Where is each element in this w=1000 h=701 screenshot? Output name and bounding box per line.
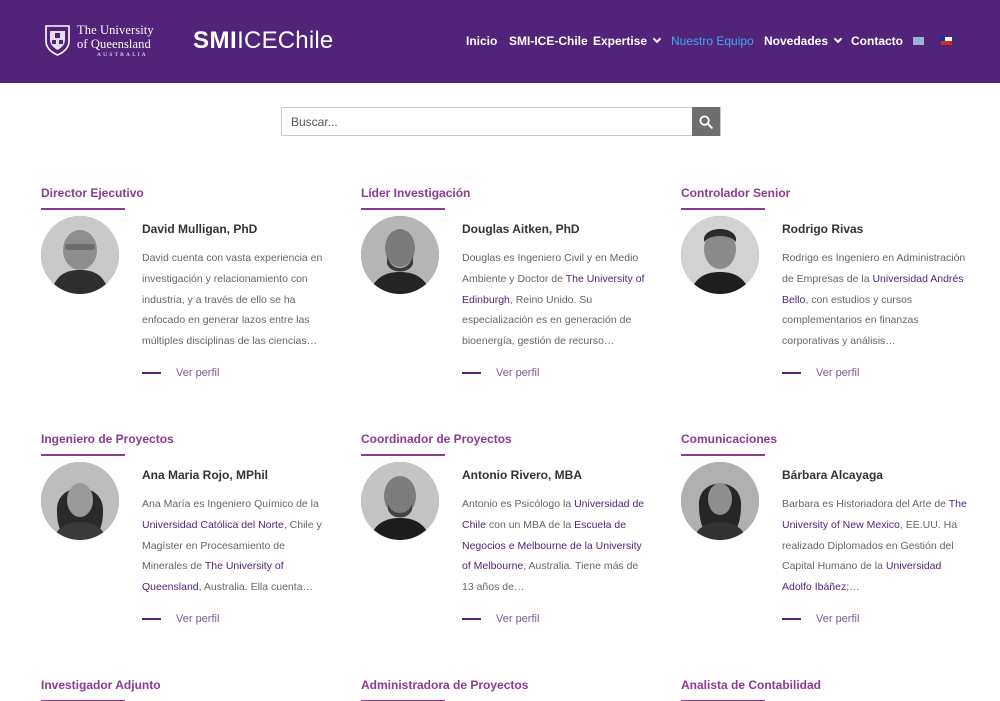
person-bio: Douglas es Ingeniero Civil y en Medio Am… <box>462 248 647 352</box>
role-underline <box>361 208 445 210</box>
view-profile-link[interactable]: Ver perfil <box>142 613 219 625</box>
role-underline <box>41 208 125 210</box>
person-bio: Ana María es Ingeniero Químico de la Uni… <box>142 494 327 598</box>
bio-text: Ana María es Ingeniero Químico de la <box>142 498 319 510</box>
uq-name-line1: The University <box>77 23 154 37</box>
profile-photo[interactable] <box>41 216 119 294</box>
chevron-down-icon <box>652 34 662 44</box>
view-profile-link[interactable]: Ver perfil <box>782 367 859 379</box>
profile-photo[interactable] <box>361 216 439 294</box>
view-profile-label: Ver perfil <box>816 613 860 625</box>
uq-name-line3: AUSTRALIA <box>97 52 148 58</box>
role-title: Ingeniero de Proyectos <box>41 432 174 446</box>
role-title: Comunicaciones <box>681 432 778 446</box>
role-underline <box>41 454 125 456</box>
site-logo[interactable]: SMIICEChile <box>193 27 333 55</box>
team-card: Líder Investigación Douglas Aitken, PhD … <box>361 186 661 406</box>
nav-smi-ice-chile-label: SMI-ICE-Chile <box>509 34 588 48</box>
flag-en-icon[interactable] <box>913 37 924 45</box>
uq-logo[interactable]: The University of Queensland AUSTRALIA <box>44 24 154 59</box>
view-profile-dash <box>782 372 801 374</box>
team-card: Administradora de Proyectos <box>361 678 661 701</box>
view-profile-link[interactable]: Ver perfil <box>142 367 219 379</box>
team-card: Director Ejecutivo David Mulligan, PhD D… <box>41 186 341 406</box>
bio-text: con un MBA de la <box>485 518 575 531</box>
view-profile-dash <box>782 618 801 620</box>
nav-inicio[interactable]: Inicio <box>466 33 497 49</box>
bio-text: David cuenta con vasta experiencia en in… <box>142 252 323 348</box>
view-profile-label: Ver perfil <box>176 613 220 625</box>
nav-novedades[interactable]: Novedades <box>764 33 843 49</box>
nav-novedades-label: Novedades <box>764 34 829 48</box>
bio-text: Barbara es Historiadora del Arte de <box>782 498 949 510</box>
role-title: Controlador Senior <box>681 186 791 200</box>
search-button[interactable] <box>692 107 720 136</box>
role-title: Analista de Contabilidad <box>681 678 822 692</box>
person-name[interactable]: Antonio Rivero, MBA <box>462 468 582 482</box>
role-title: Administradora de Proyectos <box>361 678 529 692</box>
nav-inicio-label: Inicio <box>466 34 498 48</box>
bio-text: Antonio es Psicólogo la <box>462 498 575 510</box>
role-title: Investigador Adjunto <box>41 678 161 692</box>
person-name[interactable]: Bárbara Alcayaga <box>782 468 883 482</box>
nav-nuestro-equipo[interactable]: Nuestro Equipo <box>671 33 754 49</box>
view-profile-label: Ver perfil <box>816 367 860 379</box>
view-profile-dash <box>462 372 481 374</box>
person-bio: David cuenta con vasta experiencia en in… <box>142 248 327 352</box>
bio-text: ;… <box>846 581 860 594</box>
person-bio: Rodrigo es Ingeniero en Administración d… <box>782 248 967 352</box>
nav-contacto-label: Contacto <box>851 34 903 48</box>
nav-expertise[interactable]: Expertise <box>593 33 662 49</box>
view-profile-link[interactable]: Ver perfil <box>462 367 539 379</box>
uq-name-line2: of Queensland <box>77 36 151 51</box>
site-logo-bold: SMI <box>193 27 238 54</box>
profile-photo[interactable] <box>681 462 759 540</box>
nav-contacto[interactable]: Contacto <box>851 33 903 49</box>
team-card: Coordinador de Proyectos Antonio Rivero,… <box>361 432 661 652</box>
team-card: Controlador Senior Rodrigo Rivas Rodrigo… <box>681 186 981 406</box>
nav-expertise-label: Expertise <box>593 34 648 48</box>
role-title: Coordinador de Proyectos <box>361 432 512 446</box>
view-profile-link[interactable]: Ver perfil <box>462 613 539 625</box>
nav-smi-ice-chile[interactable]: SMI-ICE-Chile <box>509 33 588 49</box>
view-profile-link[interactable]: Ver perfil <box>782 613 859 625</box>
person-name[interactable]: Douglas Aitken, PhD <box>462 222 580 236</box>
role-underline <box>681 208 765 210</box>
search-icon <box>699 115 713 129</box>
role-underline <box>361 454 445 456</box>
role-underline <box>681 454 765 456</box>
nav-nuestro-equipo-label: Nuestro Equipo <box>671 34 754 48</box>
person-bio: Antonio es Psicólogo la Universidad de C… <box>462 494 647 598</box>
person-name[interactable]: Ana Maria Rojo, MPhil <box>142 468 268 482</box>
flag-cl-icon[interactable] <box>941 37 952 45</box>
view-profile-dash <box>142 372 161 374</box>
search-input[interactable] <box>282 108 693 135</box>
person-name[interactable]: David Mulligan, PhD <box>142 222 257 236</box>
view-profile-dash <box>462 618 481 620</box>
view-profile-dash <box>142 618 161 620</box>
team-card: Comunicaciones Bárbara Alcayaga Barbara … <box>681 432 981 652</box>
team-card: Investigador Adjunto <box>41 678 341 701</box>
team-card: Ingeniero de Proyectos Ana Maria Rojo, M… <box>41 432 341 652</box>
uq-crest-icon <box>45 25 70 56</box>
person-name[interactable]: Rodrigo Rivas <box>782 222 863 236</box>
view-profile-label: Ver perfil <box>496 367 540 379</box>
profile-photo[interactable] <box>361 462 439 540</box>
profile-photo[interactable] <box>681 216 759 294</box>
site-header: The University of Queensland AUSTRALIA S… <box>0 0 1000 83</box>
profile-photo[interactable] <box>41 462 119 540</box>
site-logo-light: ICEChile <box>237 27 334 54</box>
view-profile-label: Ver perfil <box>176 367 220 379</box>
search-box <box>281 107 721 136</box>
role-title: Líder Investigación <box>361 186 471 200</box>
bio-link[interactable]: Universidad Católica del Norte <box>142 519 284 531</box>
person-bio: Barbara es Historiadora del Arte de The … <box>782 494 967 598</box>
chevron-down-icon <box>833 34 843 44</box>
role-title: Director Ejecutivo <box>41 186 144 200</box>
view-profile-label: Ver perfil <box>496 613 540 625</box>
bio-text: , Australia. Ella cuenta… <box>198 581 314 594</box>
team-card: Analista de Contabilidad <box>681 678 981 701</box>
